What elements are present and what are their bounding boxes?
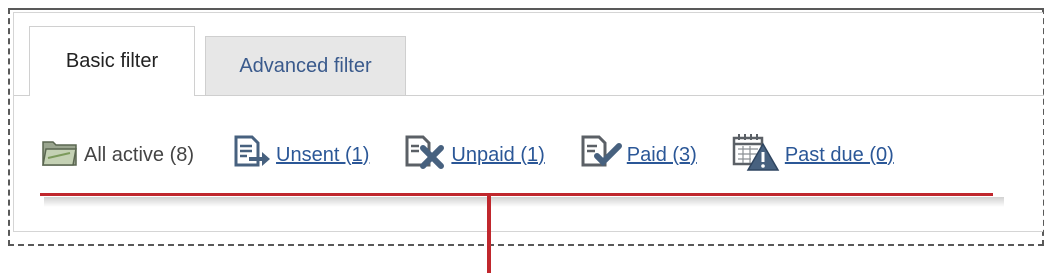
filter-links-row: All active (8) Unsent (1) Unpaid (1) Pai… (40, 130, 894, 180)
highlight-underline-shadow (44, 197, 1004, 207)
tab-basic-label: Basic filter (65, 50, 159, 72)
filter-all-active-label: All active (8) (84, 143, 195, 166)
folder-icon (40, 136, 80, 174)
filter-past-due[interactable]: Past due (0) (731, 132, 894, 178)
tab-advanced-filter[interactable]: Advanced filter (205, 36, 406, 96)
tab-advanced-label: Advanced filter (239, 54, 372, 77)
document-send-icon (232, 134, 272, 176)
filter-unpaid[interactable]: Unpaid (1) (403, 134, 545, 176)
filter-paid-label: Paid (3) (626, 143, 697, 166)
filter-all-active[interactable]: All active (8) (40, 136, 194, 174)
filter-unpaid-label: Unpaid (1) (451, 143, 545, 166)
document-x-icon (403, 134, 447, 176)
document-check-icon (579, 134, 623, 176)
calendar-warning-icon (731, 132, 781, 178)
filter-paid[interactable]: Paid (3) (579, 134, 697, 176)
callout-pointer-line (487, 196, 491, 273)
filter-unsent-label: Unsent (1) (276, 143, 370, 166)
filter-past-due-label: Past due (0) (784, 143, 894, 166)
highlight-underline (40, 193, 993, 196)
tab-basic-filter[interactable]: Basic filter (29, 26, 195, 96)
filter-unsent[interactable]: Unsent (1) (232, 134, 369, 176)
